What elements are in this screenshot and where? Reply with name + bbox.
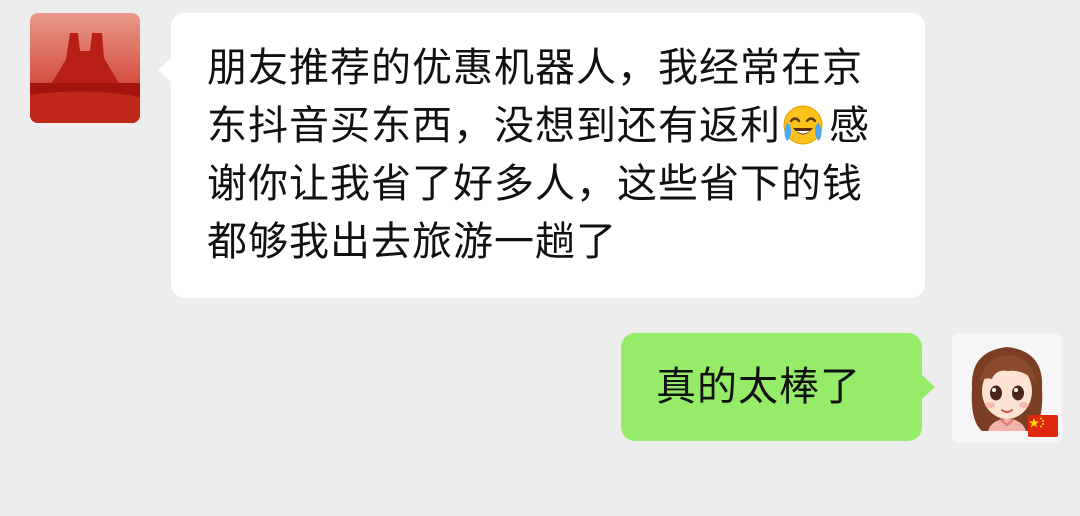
my-avatar[interactable] — [952, 333, 1062, 443]
outgoing-message-text: 真的太棒了 — [656, 364, 861, 410]
china-flag-icon — [1028, 415, 1058, 437]
message-text-part-1: 朋友推荐的优惠机器人，我经常在京东抖音买东西，没想到还有返利 — [207, 45, 863, 149]
face-with-tears-of-joy-icon — [781, 103, 825, 147]
outgoing-message-bubble[interactable]: 真的太棒了 — [621, 333, 935, 441]
incoming-message-bubble[interactable]: 朋友推荐的优惠机器人，我经常在京东抖音买东西，没想到还有返利 感谢你让我省了好多… — [158, 13, 925, 298]
contact-avatar[interactable] — [30, 13, 140, 123]
red-rock-butte-avatar — [30, 13, 140, 123]
incoming-message-text: 朋友推荐的优惠机器人，我经常在京东抖音买东西，没想到还有返利 感谢你让我省了好多… — [207, 39, 897, 271]
